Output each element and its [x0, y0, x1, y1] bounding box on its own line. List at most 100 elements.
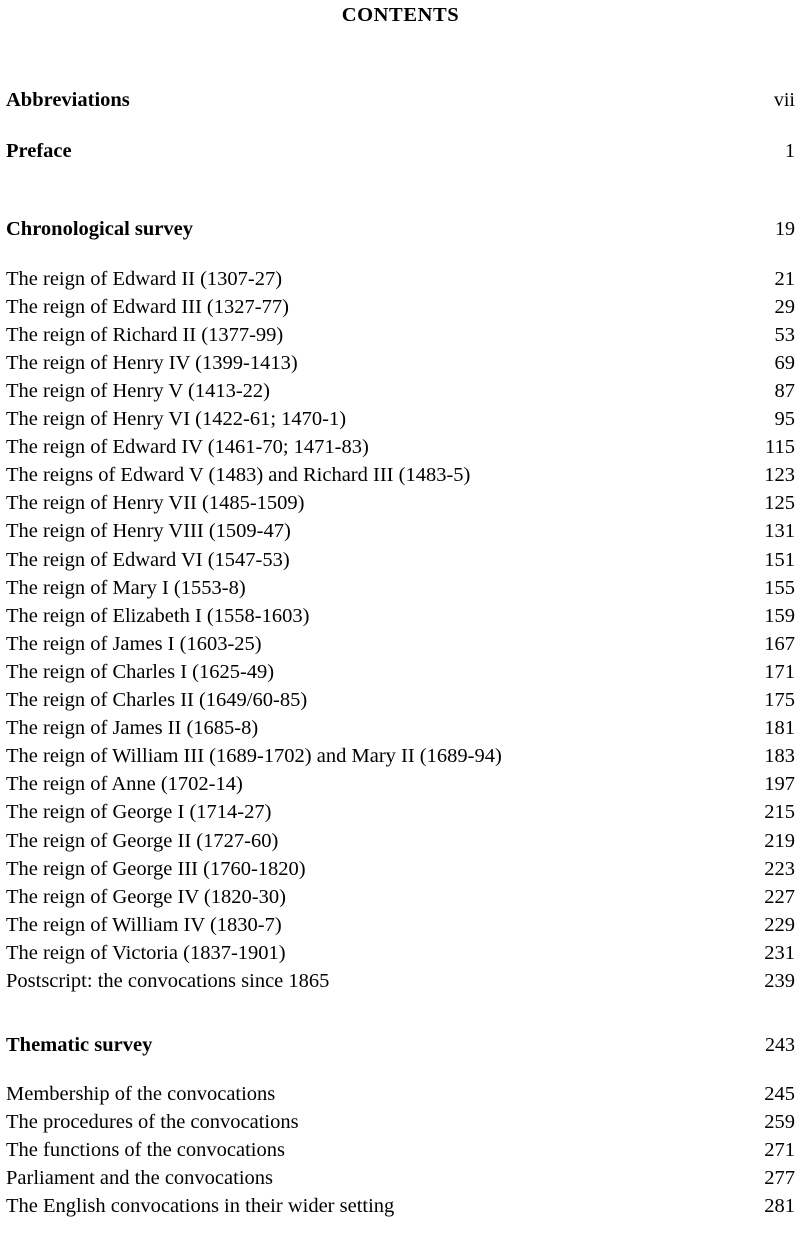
- toc-row[interactable]: The reign of James I (1603-25) 167: [6, 634, 795, 655]
- toc-entry-page-number: 131: [764, 520, 795, 543]
- toc-entry-page-number: 181: [764, 717, 795, 740]
- toc-entry-label: The reign of Mary I (1553-8): [6, 576, 246, 599]
- section-heading-label: Chronological survey: [6, 218, 193, 241]
- toc-entry-abbreviations[interactable]: Abbreviations vii: [6, 90, 795, 111]
- toc-entry-page-number: 167: [764, 632, 795, 655]
- toc-row[interactable]: The reign of Elizabeth I (1558-1603) 159: [6, 606, 795, 627]
- toc-entry-label: The reign of James I (1603-25): [6, 632, 262, 655]
- toc-entry-label: The procedures of the convocations: [6, 1111, 299, 1134]
- toc-entry-page-number: 123: [764, 464, 795, 487]
- toc-entry-label: The reign of Edward III (1327-77): [6, 295, 289, 318]
- toc-row[interactable]: The reign of Mary I (1553-8) 155: [6, 578, 795, 599]
- toc-row[interactable]: Parliament and the convocations 277: [6, 1168, 795, 1189]
- toc-entry-label: Parliament and the convocations: [6, 1167, 273, 1190]
- toc-entry-preface[interactable]: Preface 1: [6, 141, 795, 162]
- toc-entry-label: Membership of the convocations: [6, 1082, 276, 1105]
- toc-row[interactable]: The reign of Henry VIII (1509-47) 131: [6, 521, 795, 542]
- toc-row[interactable]: The reign of Henry IV (1399-1413) 69: [6, 353, 795, 374]
- toc-entry-label: The reign of George III (1760-1820): [6, 857, 306, 880]
- toc-entry-page-number: vii: [773, 88, 795, 111]
- toc-entry-label: The reign of George I (1714-27): [6, 801, 272, 824]
- toc-row[interactable]: The reign of Henry V (1413-22) 87: [6, 381, 795, 402]
- toc-row[interactable]: The functions of the convocations 271: [6, 1140, 795, 1161]
- toc-entry-page-number: 245: [764, 1082, 795, 1105]
- section-heading-thematic-survey-wrap: Thematic survey 243: [6, 1035, 795, 1056]
- toc-entry-label: The reign of Henry IV (1399-1413): [6, 351, 298, 374]
- toc-entry-page-number: 125: [764, 492, 795, 515]
- toc-entry-label: The reign of George IV (1820-30): [6, 885, 286, 908]
- toc-entry-page-number: 239: [764, 969, 795, 992]
- toc-row[interactable]: The reign of George II (1727-60) 219: [6, 829, 795, 852]
- toc-entry-page-number: 1: [785, 139, 795, 162]
- toc-entry-label: The reign of Edward IV (1461-70; 1471-83…: [6, 436, 369, 459]
- toc-row[interactable]: The procedures of the convocations 259: [6, 1112, 795, 1133]
- toc-page: CONTENTS Abbreviations vii Preface 1 Chr…: [0, 0, 800, 1238]
- toc-entry-label: The reign of William III (1689-1702) and…: [6, 745, 502, 768]
- toc-row[interactable]: The reign of James II (1685-8) 181: [6, 718, 795, 739]
- toc-row[interactable]: The reign of Charles I (1625-49) 171: [6, 662, 795, 683]
- toc-entry-label: Abbreviations: [6, 88, 130, 111]
- toc-row[interactable]: The reign of Victoria (1837-1901) 231: [6, 943, 795, 964]
- toc-row[interactable]: The reign of Anne (1702-14) 197: [6, 774, 795, 795]
- toc-row[interactable]: The reign of George III (1760-1820) 223: [6, 859, 795, 880]
- toc-row[interactable]: The reign of Henry VI (1422-61; 1470-1) 9…: [6, 409, 795, 430]
- toc-entry-label: The reign of James II (1685-8): [6, 717, 259, 740]
- toc-row[interactable]: The reigns of Edward V (1483) and Richar…: [6, 465, 795, 486]
- toc-entry-page-number: 277: [764, 1167, 795, 1190]
- toc-row[interactable]: The reign of Edward VI (1547-53) 151: [6, 550, 795, 571]
- toc-entry-label: The reign of George II (1727-60): [6, 829, 279, 852]
- toc-row[interactable]: The reign of Edward IV (1461-70; 1471-83…: [6, 437, 795, 458]
- toc-row[interactable]: Postscript: the convocations since 1865 2…: [6, 971, 795, 992]
- toc-entry-page-number: 231: [764, 941, 795, 964]
- toc-entry-label: The reigns of Edward V (1483) and Richar…: [6, 464, 471, 487]
- toc-entry-page-number: 151: [764, 548, 795, 571]
- toc-entry-page-number: 155: [764, 576, 795, 599]
- toc-entry-page-number: 159: [764, 604, 795, 627]
- toc-entry-page-number: 197: [764, 773, 795, 796]
- toc-entry-page-number: 281: [764, 1195, 795, 1218]
- toc-row[interactable]: The reign of Edward II (1307-27) 21: [6, 269, 795, 290]
- toc-entry-label: The reign of Anne (1702-14): [6, 773, 243, 796]
- toc-entry-page-number: 21: [774, 267, 796, 290]
- toc-entry-label: The English convocations in their wider …: [6, 1195, 395, 1218]
- toc-entry-page-number: 115: [765, 436, 795, 459]
- front-matter-list: Abbreviations vii Preface 1: [6, 90, 795, 162]
- toc-row[interactable]: The reign of Edward III (1327-77) 29: [6, 297, 795, 318]
- toc-entry-page-number: 215: [764, 801, 795, 824]
- toc-entry-label: The reign of Edward VI (1547-53): [6, 548, 290, 571]
- toc-entry-page-number: 227: [764, 885, 795, 908]
- toc-entry-label: The reign of Henry V (1413-22): [6, 380, 270, 402]
- toc-entry-label: The reign of Richard II (1377-99): [6, 323, 284, 346]
- toc-entry-label: The reign of Henry VII (1485-1509): [6, 492, 305, 515]
- section-heading-thematic-survey[interactable]: Thematic survey 243: [6, 1035, 795, 1056]
- toc-row[interactable]: The reign of Richard II (1377-99) 53: [6, 325, 795, 346]
- toc-entry-page-number: 271: [764, 1139, 795, 1162]
- toc-entry-label: Preface: [6, 139, 72, 162]
- section-heading-chronological-survey[interactable]: Chronological survey 19: [6, 219, 795, 240]
- toc-row[interactable]: The reign of Charles II (1649/60-85) 175: [6, 690, 795, 711]
- toc-row[interactable]: The reign of William IV (1830-7) 229: [6, 915, 795, 936]
- toc-row[interactable]: Membership of the convocations 245: [6, 1084, 795, 1105]
- toc-row[interactable]: The reign of William III (1689-1702) and…: [6, 746, 795, 767]
- toc-entry-page-number: 219: [764, 829, 795, 852]
- toc-entry-page-number: 53: [774, 323, 796, 346]
- toc-row[interactable]: The reign of George I (1714-27) 215: [6, 802, 795, 823]
- toc-entry-label: The reign of Charles II (1649/60-85): [6, 689, 308, 712]
- toc-entry-page-number: 69: [774, 351, 796, 374]
- toc-entry-label: The reign of Victoria (1837-1901): [6, 941, 286, 964]
- toc-row[interactable]: The reign of Henry VII (1485-1509) 125: [6, 493, 795, 514]
- toc-entry-page-number: 223: [764, 857, 795, 880]
- toc-entry-label: The reign of Henry VI (1422-61; 1470-1): [6, 408, 347, 431]
- toc-row[interactable]: The reign of George IV (1820-30) 227: [6, 887, 795, 908]
- toc-entry-page-number: 229: [764, 913, 795, 936]
- chronological-survey-entries: The reign of Edward II (1307-27) 21 The r…: [6, 269, 795, 992]
- toc-entry-page-number: 183: [764, 745, 795, 768]
- toc-entry-page-number: 259: [764, 1111, 795, 1134]
- toc-row[interactable]: The English convocations in their wider …: [6, 1196, 795, 1217]
- section-heading-chronological-survey-wrap: Chronological survey 19: [6, 219, 795, 240]
- toc-entry-label: The reign of William IV (1830-7): [6, 913, 282, 936]
- toc-entry-label: The reign of Edward II (1307-27): [6, 267, 283, 290]
- section-heading-page-number: 19: [775, 218, 795, 241]
- toc-entry-label: The reign of Henry VIII (1509-47): [6, 520, 291, 543]
- toc-entry-label: The functions of the convocations: [6, 1139, 285, 1162]
